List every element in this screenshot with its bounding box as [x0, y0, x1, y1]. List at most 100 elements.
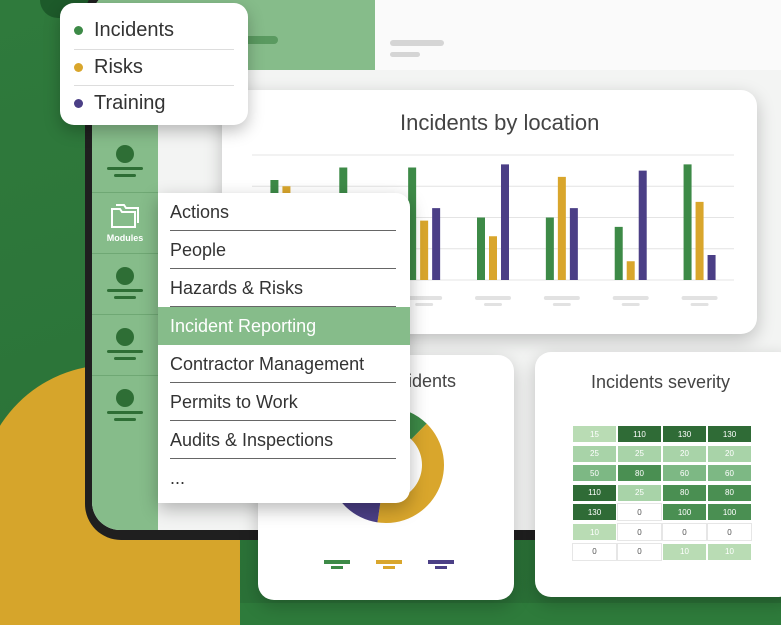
heatmap-cell: 0: [572, 542, 617, 561]
heatmap-cell: 0: [617, 523, 662, 541]
x-tick-placeholder: [681, 296, 718, 300]
header-placeholder: [390, 52, 420, 57]
heatmap-cell: 20: [662, 444, 707, 463]
bar: [477, 217, 485, 280]
bar: [420, 220, 429, 280]
heatmap-cell: 80: [662, 483, 707, 502]
menu-item-label: Actions: [170, 201, 230, 222]
menu-item-label: People: [170, 239, 227, 260]
header-placeholder: [390, 40, 444, 46]
menu-item-contractor-management[interactable]: Contractor Management: [158, 345, 410, 383]
heatmap-cell: 50: [572, 464, 617, 483]
donut-legend-swatch: [331, 566, 343, 569]
legend-label: Training: [94, 92, 166, 114]
bar: [707, 255, 716, 280]
legend-item-incidents[interactable]: Incidents: [74, 13, 234, 48]
user-icon: [105, 389, 145, 423]
legend-dot: [74, 99, 83, 108]
x-tick-placeholder: [415, 303, 434, 306]
heatmap-cell: 25: [617, 483, 662, 502]
menu-item-permits-to-work[interactable]: Permits to Work: [158, 383, 410, 421]
heatmap-cell: 130: [572, 503, 617, 522]
sidebar-item-modules[interactable]: Modules: [92, 193, 158, 254]
heatmap-cell: 0: [662, 523, 707, 541]
bar: [569, 208, 578, 280]
menu-item-more[interactable]: ...: [158, 459, 410, 497]
x-tick-placeholder: [475, 296, 511, 300]
user-icon: [105, 145, 145, 179]
donut-legend-swatch: [435, 566, 447, 569]
chart-title: Incidents severity: [591, 372, 731, 392]
sidebar-item-user[interactable]: [92, 376, 158, 436]
menu-item-label: Incident Reporting: [170, 315, 317, 336]
heatmap-cell: 110: [572, 483, 617, 502]
heatmap-cell: 100: [707, 503, 752, 522]
heatmap-cell: 0: [707, 523, 752, 541]
heatmap-cell: 80: [707, 483, 752, 502]
heatmap-cell: 10: [707, 542, 752, 561]
bar: [432, 208, 441, 280]
chart-legend-popup: Incidents Risks Training: [60, 3, 248, 125]
menu-item-actions[interactable]: Actions: [158, 193, 410, 231]
legend-item-training[interactable]: Training: [74, 86, 234, 121]
heatmap-cell: 80: [617, 464, 662, 483]
bar: [557, 176, 566, 280]
bar: [501, 164, 509, 280]
x-tick-placeholder: [406, 296, 443, 300]
menu-item-hazards-risks[interactable]: Hazards & Risks: [158, 269, 410, 307]
bar: [638, 170, 647, 280]
user-icon: [105, 328, 145, 362]
heatmap-cell: 130: [662, 425, 707, 443]
donut-legend-swatch: [324, 560, 350, 564]
legend-dot: [74, 63, 83, 72]
bar: [626, 261, 635, 280]
bar: [695, 201, 704, 280]
x-tick-placeholder: [484, 303, 502, 306]
x-tick-placeholder: [543, 296, 580, 300]
menu-item-label: Contractor Management: [170, 353, 365, 374]
donut-legend-swatch: [376, 560, 402, 564]
legend-dot: [74, 26, 83, 35]
heatmap-cell: 25: [617, 444, 662, 463]
donut-legend-swatch: [428, 560, 454, 564]
legend-label: Risks: [94, 56, 143, 78]
heatmap-cell: 110: [617, 425, 662, 443]
donut-legend-swatch: [383, 566, 395, 569]
sidebar-item-user[interactable]: [92, 132, 158, 193]
legend-label: Incidents: [94, 19, 175, 41]
heatmap-cell: 20: [707, 444, 752, 463]
sidebar-item-user[interactable]: [92, 315, 158, 376]
menu-item-label: Permits to Work: [170, 391, 298, 412]
heatmap-cell: 10: [572, 523, 617, 541]
heatmap-cell: 60: [707, 464, 752, 483]
sidebar-modules-label: Modules: [106, 233, 144, 243]
menu-item-label: ...: [170, 467, 186, 488]
heatmap-cell: 60: [662, 464, 707, 483]
heatmap-cell: 15: [572, 425, 617, 443]
menu-item-label: Audits & Inspections: [170, 429, 334, 450]
bar: [489, 236, 497, 280]
sidebar-item-user[interactable]: [92, 254, 158, 315]
x-tick-placeholder: [690, 303, 709, 306]
heatmap-cell: 130: [707, 425, 752, 443]
user-icon: [105, 267, 145, 301]
heatmap-cell: 0: [617, 542, 662, 561]
menu-item-people[interactable]: People: [158, 231, 410, 269]
bar: [614, 226, 623, 280]
menu-item-label: Hazards & Risks: [170, 277, 304, 298]
legend-item-risks[interactable]: Risks: [74, 50, 234, 85]
heatmap-cell: 10: [662, 542, 707, 561]
bar: [683, 164, 692, 280]
x-tick-placeholder: [612, 296, 649, 300]
heatmap-cell: 25: [572, 444, 617, 463]
top-header-bar: [158, 0, 781, 70]
x-tick-placeholder: [621, 303, 640, 306]
menu-item-incident-reporting[interactable]: Incident Reporting: [158, 307, 410, 345]
heatmap-cell: 0: [617, 503, 662, 522]
heatmap-cell: 100: [662, 503, 707, 522]
menu-item-audits-inspections[interactable]: Audits & Inspections: [158, 421, 410, 459]
modules-menu: Actions People Hazards & Risks Incident …: [158, 193, 410, 503]
bar: [545, 217, 554, 280]
x-tick-placeholder: [552, 303, 571, 306]
folders-icon: [111, 204, 139, 228]
